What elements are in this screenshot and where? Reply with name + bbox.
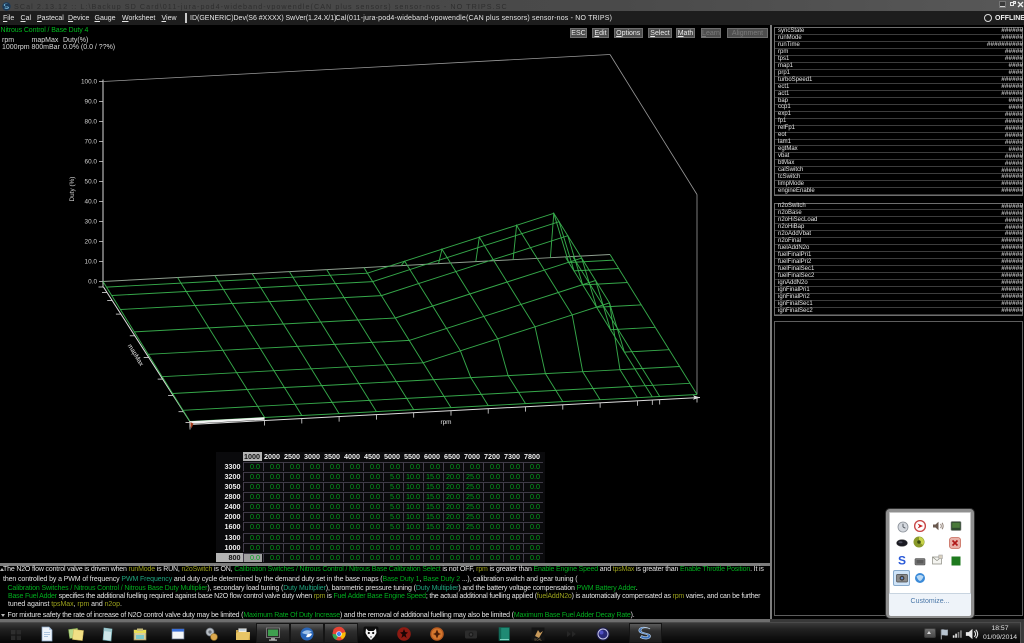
svg-text:70.0: 70.0 <box>85 139 98 146</box>
svg-text:rpm: rpm <box>440 419 451 426</box>
svg-text:Duty (%): Duty (%) <box>69 177 76 202</box>
svg-text:30.0: 30.0 <box>85 219 98 226</box>
svg-text:SCAL: SCAL <box>534 638 542 642</box>
svg-text:10.0: 10.0 <box>85 259 98 266</box>
svg-text:50.0: 50.0 <box>85 179 98 186</box>
svg-text:40.0: 40.0 <box>85 199 98 206</box>
svg-text:0.0: 0.0 <box>88 279 97 286</box>
svg-text:60.0: 60.0 <box>85 159 98 166</box>
svg-text:100.0: 100.0 <box>81 79 97 86</box>
svg-text:S: S <box>898 554 906 566</box>
svg-text:20.0: 20.0 <box>85 239 98 246</box>
svg-text:90.0: 90.0 <box>85 99 98 106</box>
svg-text:80.0: 80.0 <box>85 119 98 126</box>
